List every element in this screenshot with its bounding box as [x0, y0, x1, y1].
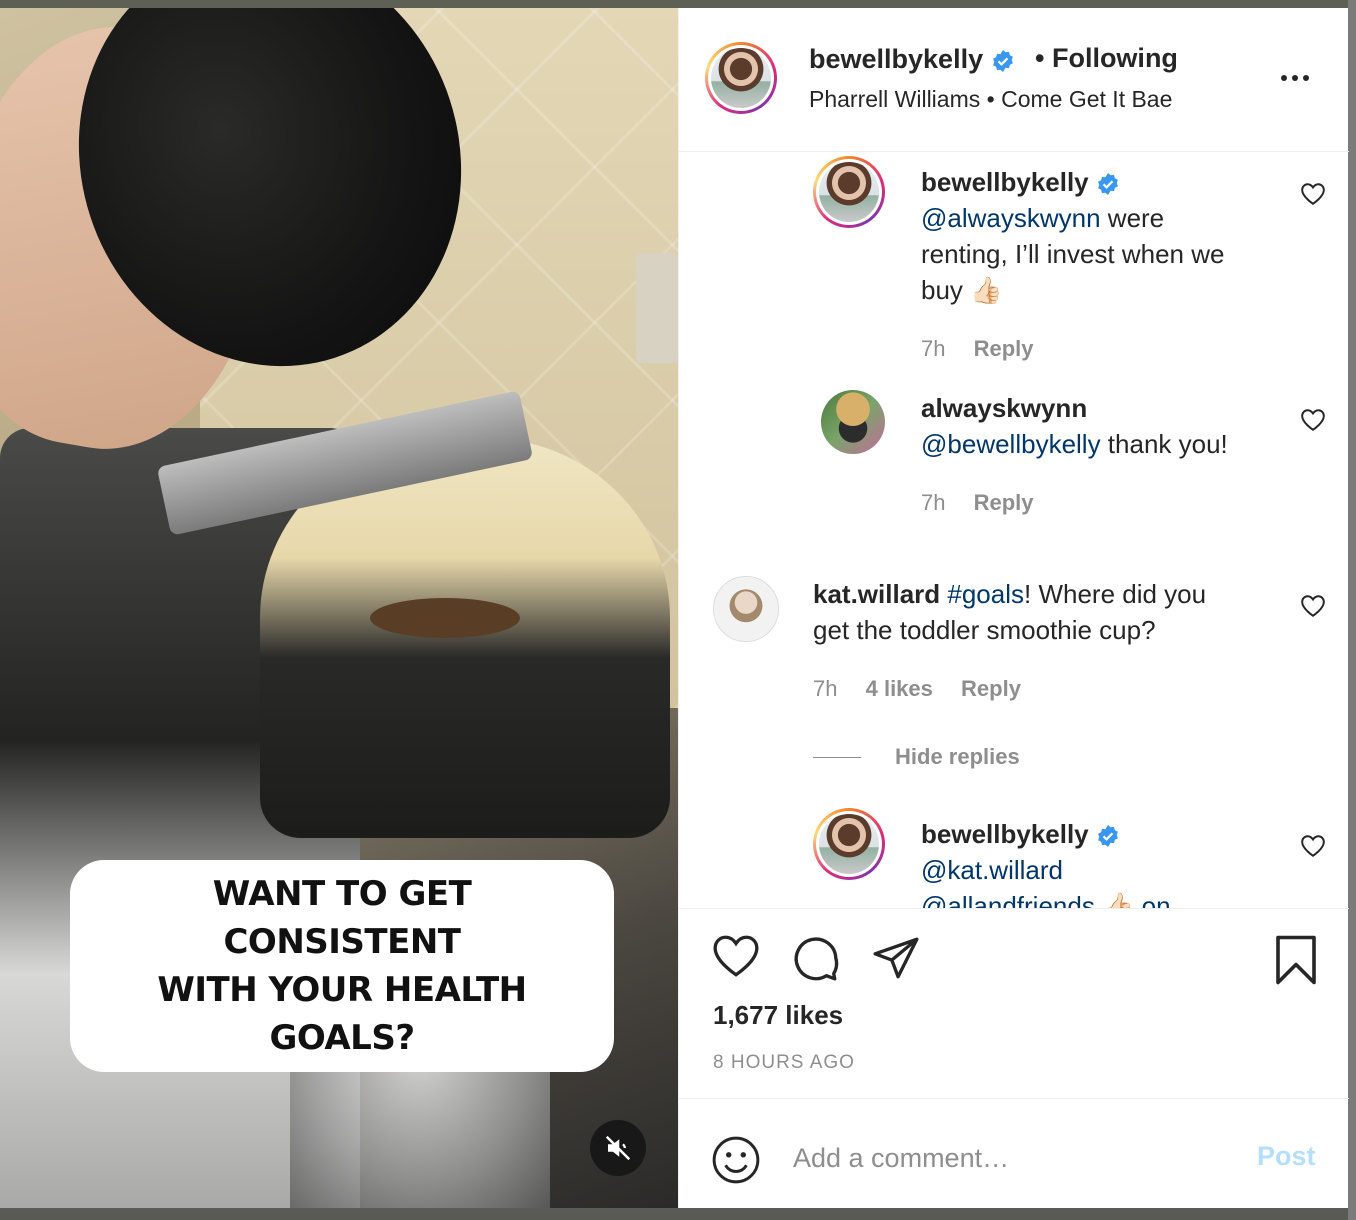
more-dot-icon [1281, 75, 1287, 81]
comment-avatar[interactable] [813, 808, 885, 880]
video-outlet [636, 253, 678, 363]
comment-avatar[interactable] [813, 156, 885, 228]
video-caption-line-1: WANT TO GET CONSISTENT [212, 874, 472, 962]
like-heart-icon[interactable] [711, 933, 761, 979]
comment-body: bewellbykelly @kat.willard @allandfriend… [921, 816, 1171, 908]
reply-button[interactable]: Reply [961, 676, 1021, 701]
backdrop-edge [1348, 0, 1356, 1220]
comment-mention[interactable]: @alwayskwynn [921, 203, 1101, 233]
audio-separator: • [986, 86, 995, 112]
comment-body: kat.willard #goals! Where did you get th… [813, 576, 1206, 648]
comment-like-heart-icon[interactable] [1300, 408, 1326, 432]
speaker-muted-icon [605, 1135, 631, 1161]
comment-input[interactable] [791, 1139, 1235, 1177]
post-video[interactable]: WANT TO GET CONSISTENT WITH YOUR HEALTH … [0, 8, 678, 1208]
comment-mention[interactable]: @kat.willard [921, 855, 1063, 885]
comment-avatar[interactable] [821, 390, 885, 454]
post-comment-button[interactable]: Post [1257, 1141, 1316, 1172]
comment-username[interactable]: bewellbykelly [921, 819, 1089, 849]
author-username[interactable]: bewellbykelly [809, 44, 983, 74]
comment-meta: 7h Reply [921, 490, 1034, 516]
following-status[interactable]: • Following [1035, 43, 1178, 74]
comment-text: @allandfriends 👍🏻 on [921, 891, 1171, 908]
mute-toggle-button[interactable] [590, 1120, 646, 1176]
reply-button[interactable]: Reply [974, 336, 1034, 361]
hide-replies-toggle[interactable]: Hide replies [813, 742, 1020, 772]
author-username-row[interactable]: bewellbykelly [809, 44, 1015, 75]
post-modal: WANT TO GET CONSISTENT WITH YOUR HEALTH … [0, 8, 1349, 1208]
comment-text: were [1100, 203, 1165, 233]
comment-mention[interactable]: @bewellbykelly [921, 429, 1101, 459]
audio-artist[interactable]: Pharrell Williams [809, 86, 980, 112]
comment-time[interactable]: 7h [921, 336, 945, 361]
comment-hashtag[interactable]: #goals [947, 579, 1024, 609]
post-side-panel: bewellbykelly • Following Pharrell Willi… [678, 8, 1349, 1208]
comment-like-heart-icon[interactable] [1300, 834, 1326, 858]
comment-meta: 7h 4 likes Reply [813, 676, 1021, 702]
more-options-button[interactable] [1281, 68, 1321, 88]
add-comment-bar: Post [679, 1098, 1349, 1209]
comment-username[interactable]: kat.willard [813, 579, 940, 609]
verified-badge-icon [992, 49, 1013, 72]
author-avatar[interactable] [705, 42, 777, 114]
comment-username[interactable]: alwayskwynn [921, 393, 1087, 423]
comment-like-heart-icon[interactable] [1300, 182, 1326, 206]
comment-time[interactable]: 7h [921, 490, 945, 515]
more-dot-icon [1303, 75, 1309, 81]
video-coffee-grounds [370, 598, 520, 638]
hide-replies-label[interactable]: Hide replies [895, 744, 1020, 770]
comment-body: alwayskwynn @bewellbykelly thank you! [921, 390, 1228, 462]
comment-text: ! Where did you [1024, 579, 1207, 609]
comment-text: renting, I’ll invest when we [921, 239, 1225, 269]
video-caption: WANT TO GET CONSISTENT WITH YOUR HEALTH … [70, 860, 614, 1072]
comment-text: get the toddler smoothie cup? [813, 615, 1156, 645]
audio-track[interactable]: Pharrell Williams • Come Get It Bae [809, 86, 1172, 113]
comment-text: buy 👍🏻 [921, 275, 1003, 305]
likes-count[interactable]: 1,677 likes [713, 1000, 843, 1031]
save-bookmark-icon[interactable] [1273, 933, 1319, 987]
hide-replies-line [813, 756, 861, 758]
more-dot-icon [1292, 75, 1298, 81]
comment-likes-count[interactable]: 4 likes [866, 676, 933, 701]
verified-badge-icon [1097, 173, 1118, 196]
comment-bubble-icon[interactable] [791, 933, 841, 983]
post-header: bewellbykelly • Following Pharrell Willi… [679, 8, 1349, 152]
comment-avatar[interactable] [713, 576, 779, 642]
comment-like-heart-icon[interactable] [1300, 594, 1326, 618]
comment-username[interactable]: bewellbykelly [921, 167, 1089, 197]
post-timestamp[interactable]: 8 HOURS AGO [713, 1052, 855, 1074]
comment-text: thank you! [1100, 429, 1228, 459]
audio-title[interactable]: Come Get It Bae [1001, 86, 1172, 112]
share-paper-plane-icon[interactable] [871, 933, 921, 983]
comment-time[interactable]: 7h [813, 676, 837, 701]
video-caption-line-2: WITH YOUR HEALTH GOALS? [157, 970, 527, 1058]
verified-badge-icon [1097, 825, 1118, 848]
comment-body: bewellbykelly @alwayskwynn were renting,… [921, 164, 1224, 308]
emoji-smiley-icon[interactable] [711, 1135, 761, 1185]
comments-list[interactable]: bewellbykelly @alwayskwynn were renting,… [679, 152, 1349, 908]
comment-meta: 7h Reply [921, 336, 1034, 362]
reply-button[interactable]: Reply [974, 490, 1034, 515]
